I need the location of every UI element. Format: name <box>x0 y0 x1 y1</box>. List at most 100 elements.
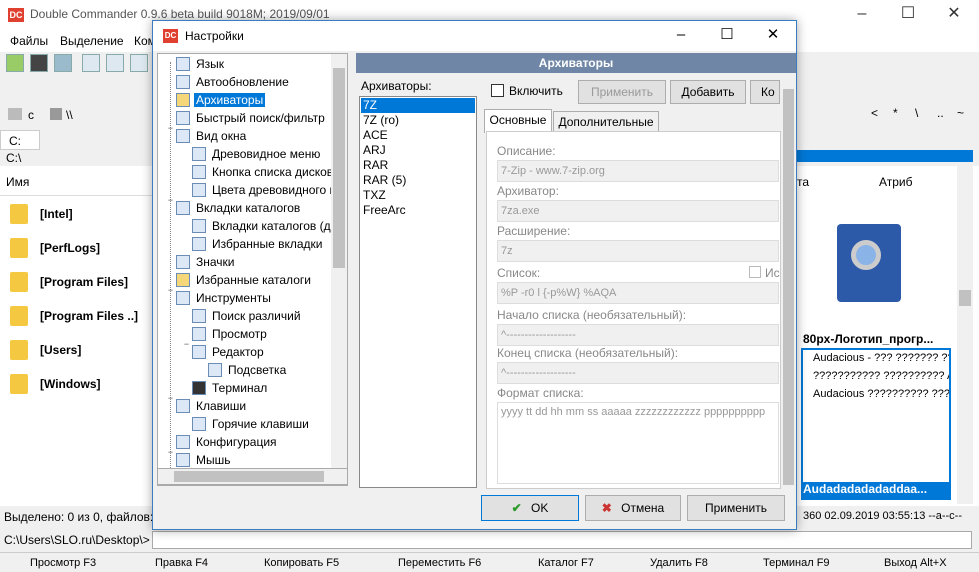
dialog-maximize-icon[interactable]: ☐ <box>704 21 750 51</box>
f3-view-button[interactable]: Просмотр F3 <box>30 557 96 569</box>
tree-hscrollbar-thumb[interactable] <box>174 471 324 482</box>
copy-button[interactable]: Ко <box>750 80 780 104</box>
maximize-icon[interactable]: ☐ <box>885 0 931 30</box>
add-button[interactable]: Добавить <box>670 80 746 104</box>
f7-mkdir-button[interactable]: Каталог F7 <box>538 557 594 569</box>
tab-extra[interactable]: Дополнительные <box>553 111 659 133</box>
list-command-field[interactable]: %P -r0 l {-p%W} %AQA <box>497 282 779 304</box>
tree-hscrollbar[interactable] <box>157 468 348 485</box>
settings-icon[interactable] <box>54 54 72 72</box>
list-item[interactable]: ARJ <box>361 143 475 158</box>
collapse-icon[interactable]: − <box>166 286 175 295</box>
list-start-field[interactable]: ^------------------- <box>497 324 779 346</box>
brief-view-icon[interactable] <box>82 54 100 72</box>
list-end-label: Конец списка (необязательный): <box>497 346 679 360</box>
history-back-icon[interactable]: < <box>871 106 878 120</box>
root-icon[interactable]: * <box>893 106 898 120</box>
exit-button[interactable]: Выход Alt+X <box>884 557 947 569</box>
enable-label: Включить <box>509 84 563 98</box>
terminal-icon[interactable] <box>30 54 48 72</box>
command-path: C:\Users\SLO.ru\Desktop\> <box>4 533 150 547</box>
preview-text-box: Audacious - ??? ??????? ?? ??????????? ?… <box>801 348 951 484</box>
list-command-label: Список: <box>497 266 541 280</box>
collapse-icon[interactable]: − <box>166 394 175 403</box>
extension-field[interactable]: 7z <box>497 240 779 262</box>
folder-tabs-extra-icon <box>192 219 206 233</box>
list-item[interactable]: RAR <box>361 158 475 173</box>
extension-label: Расширение: <box>497 224 571 238</box>
left-panel-tab[interactable]: C: <box>0 130 40 150</box>
collapse-icon[interactable]: − <box>166 448 175 457</box>
column-attr-header[interactable]: Атриб <box>879 175 913 189</box>
column-name-header[interactable]: Имя <box>6 175 29 189</box>
archive-icon <box>176 93 190 107</box>
dialog-scrollbar-thumb[interactable] <box>783 89 794 485</box>
dialog-app-icon: DC <box>163 29 178 43</box>
network-label[interactable]: \\ <box>66 108 73 122</box>
highlight-icon <box>208 363 222 377</box>
diff-icon <box>192 309 206 323</box>
enable-checkbox[interactable] <box>491 84 504 97</box>
editor-icon <box>192 345 206 359</box>
parent-icon[interactable]: .. <box>937 106 944 120</box>
menu-files[interactable]: Файлы <box>10 34 48 48</box>
up-icon[interactable]: \ <box>915 106 918 120</box>
right-status: 360 02.09.2019 03:55:13 --a--c-- <box>803 510 962 522</box>
list-item[interactable]: ACE <box>361 128 475 143</box>
f6-move-button[interactable]: Переместить F6 <box>398 557 481 569</box>
dialog-minimize-icon[interactable]: – <box>658 21 704 51</box>
f4-edit-button[interactable]: Правка F4 <box>155 557 208 569</box>
collapse-icon[interactable]: − <box>166 196 175 205</box>
dialog-close-icon[interactable]: ✕ <box>750 21 796 51</box>
description-label: Описание: <box>497 144 556 158</box>
dialog-scrollbar[interactable] <box>781 73 796 489</box>
right-scrollbar-thumb[interactable] <box>959 290 971 306</box>
list-item[interactable]: 7Z (ro) <box>361 113 475 128</box>
tree-scrollbar[interactable] <box>331 54 347 485</box>
command-input[interactable] <box>152 531 972 549</box>
refresh-icon[interactable] <box>6 54 24 72</box>
right-file-panel: та Атриб 80px-Логотип_прогр... Audacious… <box>797 166 979 506</box>
list-item[interactable]: TXZ <box>361 188 475 203</box>
apply-top-button[interactable]: Применить <box>578 80 666 104</box>
cancel-button[interactable]: ✖ Отмена <box>585 495 681 521</box>
magnifier-icon <box>851 240 881 270</box>
tree-scrollbar-thumb[interactable] <box>333 68 345 268</box>
favorite-folders-icon <box>176 273 190 287</box>
right-scrollbar[interactable] <box>957 166 973 504</box>
f5-copy-button[interactable]: Копировать F5 <box>264 557 339 569</box>
archiver-field[interactable]: 7za.exe <box>497 200 779 222</box>
list-checkbox-label: Ис <box>765 266 780 280</box>
column-date-header[interactable]: та <box>797 175 809 189</box>
tab-main[interactable]: Основные <box>484 109 552 133</box>
list-item[interactable]: FreeArc <box>361 203 475 218</box>
full-view-icon[interactable] <box>106 54 124 72</box>
keyboard-icon <box>176 399 190 413</box>
menu-selection[interactable]: Выделение <box>60 34 124 48</box>
ok-label: OK <box>531 501 549 515</box>
list-item[interactable]: 7Z <box>361 98 475 113</box>
close-icon[interactable]: ✕ <box>931 0 977 30</box>
collapse-icon[interactable]: − <box>182 340 191 349</box>
apply-button[interactable]: Применить <box>687 495 785 521</box>
drive-label[interactable]: c <box>28 108 34 122</box>
config-icon <box>176 435 190 449</box>
folder-icon <box>10 238 28 258</box>
thumbnail-view-icon[interactable] <box>130 54 148 72</box>
f9-terminal-button[interactable]: Терминал F9 <box>763 557 830 569</box>
f8-delete-button[interactable]: Удалить F8 <box>650 557 708 569</box>
language-icon <box>176 57 190 71</box>
list-end-field[interactable]: ^------------------- <box>497 362 779 384</box>
app-logo-icon: DC <box>8 8 24 22</box>
list-checkbox[interactable] <box>749 266 761 278</box>
list-format-field[interactable]: yyyy tt dd hh mm ss aaaaa zzzzzzzzzzzz p… <box>497 402 779 484</box>
colors-icon <box>192 183 206 197</box>
minimize-icon[interactable]: – <box>839 0 885 30</box>
collapse-icon[interactable]: − <box>166 124 175 133</box>
home-icon[interactable]: ~ <box>957 106 964 120</box>
ok-button[interactable]: ✔ OK <box>481 495 579 521</box>
description-field[interactable]: 7-Zip - www.7-zip.org <box>497 160 779 182</box>
folder-tabs-icon <box>176 201 190 215</box>
list-item[interactable]: RAR (5) <box>361 173 475 188</box>
preview-title: 80px-Логотип_прогр... <box>803 332 934 346</box>
